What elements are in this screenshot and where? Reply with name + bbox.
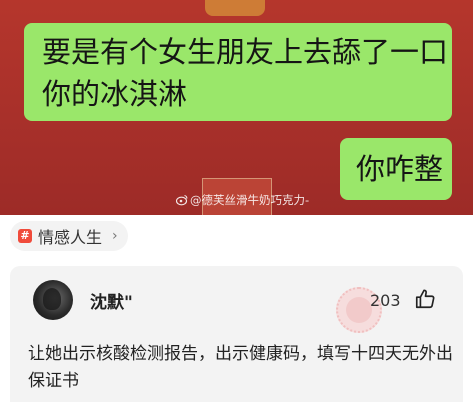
thumbs-up-icon[interactable] — [414, 288, 436, 310]
chat-bubble-received: 要是有个女生朋友上去舔了一口你的冰淇淋 — [24, 23, 452, 121]
comment-text: 让她出示核酸检测报告，出示健康码，填写十四天无外出保证书 — [28, 344, 453, 391]
post-image[interactable]: 要是有个女生朋友上去舔了一口你的冰淇淋 你咋整 @德芙丝滑牛奶巧克力- — [0, 0, 473, 215]
watermark-text: @德芙丝滑牛奶巧克力- — [190, 193, 310, 207]
top-comment-card[interactable]: 沈默" 203 让她出示核酸检测报告，出示健康码，填写十四天无外出保证书 — [10, 266, 463, 402]
chevron-right-icon: › — [112, 228, 118, 244]
hash-icon: # — [18, 229, 32, 243]
weibo-icon — [176, 194, 188, 206]
chat-bubble-sent: 你咋整 — [340, 138, 452, 200]
comment-username[interactable]: 沈默" — [90, 288, 133, 313]
topic-tag[interactable]: # 情感人生 › — [10, 221, 128, 251]
decorative-emblem — [205, 0, 265, 16]
like-count: 203 — [370, 291, 401, 310]
topic-tag-label: 情感人生 — [38, 228, 103, 247]
avatar[interactable] — [33, 280, 73, 320]
weibo-watermark: @德芙丝滑牛奶巧克力- — [176, 192, 309, 208]
